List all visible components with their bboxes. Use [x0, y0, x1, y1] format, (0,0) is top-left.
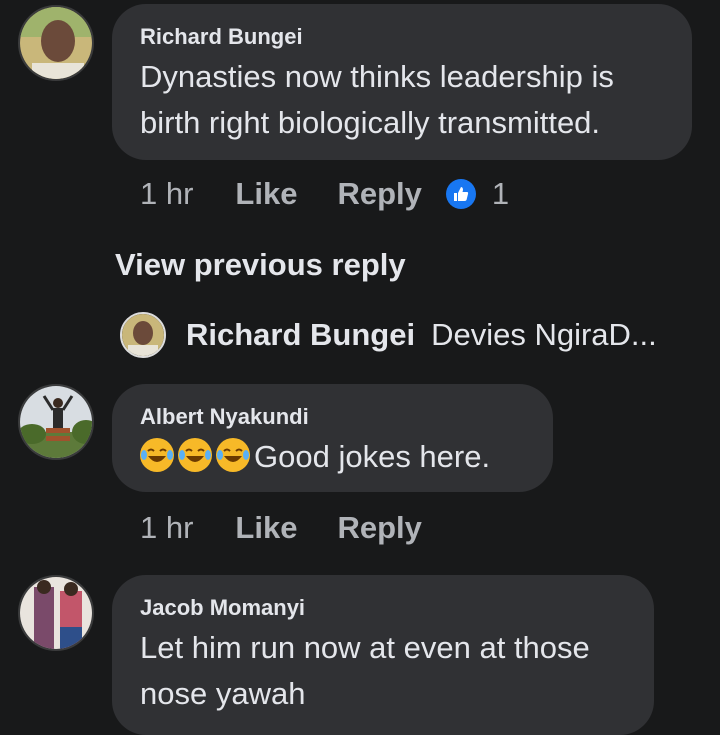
thumbs-up-icon[interactable]	[445, 179, 476, 209]
comment-text: Let him run now at even at those nose ya…	[140, 625, 626, 717]
comment-text-line: Let him run now at even at those	[140, 630, 590, 665]
comment-author[interactable]: Richard Bungei	[140, 24, 664, 50]
comment-bubble-3: Jacob Momanyi Let him run now at even at…	[112, 575, 654, 735]
comment-text-body: Good jokes here.	[254, 439, 491, 474]
laughing-crying-emoji-icon	[216, 438, 250, 472]
like-button[interactable]: Like	[235, 508, 297, 548]
comment-bubble-1: Richard Bungei Dynasties now thinks lead…	[112, 4, 692, 160]
laughing-crying-emoji-icon	[178, 438, 212, 472]
reply-preview-author: Richard Bungei	[186, 317, 416, 352]
comment-bubble-2: Albert Nyakundi Good jokes here.	[112, 384, 553, 492]
comment-author[interactable]: Jacob Momanyi	[140, 595, 626, 621]
reply-button[interactable]: Reply	[337, 508, 421, 548]
avatar-jacob-momanyi[interactable]	[18, 575, 94, 651]
comment-actions-1: 1 hr Like Reply 1	[140, 174, 509, 214]
reply-preview[interactable]: Richard Bungei Devies NgiraD...	[120, 310, 657, 360]
comment-text-line: Dynasties now thinks leadership is	[140, 59, 614, 94]
comment-text: Good jokes here.	[140, 434, 525, 480]
comment-text-line: nose yawah	[140, 676, 306, 711]
comment-actions-2: 1 hr Like Reply	[140, 508, 446, 548]
reply-preview-text: Devies NgiraD...	[431, 317, 657, 352]
avatar-reply-author	[120, 312, 166, 358]
like-button[interactable]: Like	[235, 174, 297, 214]
view-previous-reply-link[interactable]: View previous reply	[115, 245, 406, 285]
reaction-count[interactable]: 1	[492, 174, 509, 214]
reply-button[interactable]: Reply	[337, 174, 421, 214]
avatar-richard-bungei[interactable]	[18, 5, 94, 81]
comment-text: Dynasties now thinks leadership is birth…	[140, 54, 664, 146]
comment-author[interactable]: Albert Nyakundi	[140, 404, 525, 430]
comment-time[interactable]: 1 hr	[140, 174, 193, 214]
avatar-albert-nyakundi[interactable]	[18, 384, 94, 460]
comment-time[interactable]: 1 hr	[140, 508, 193, 548]
laughing-crying-emoji-icon	[140, 438, 174, 472]
comment-text-line: birth right biologically transmitted.	[140, 105, 601, 140]
